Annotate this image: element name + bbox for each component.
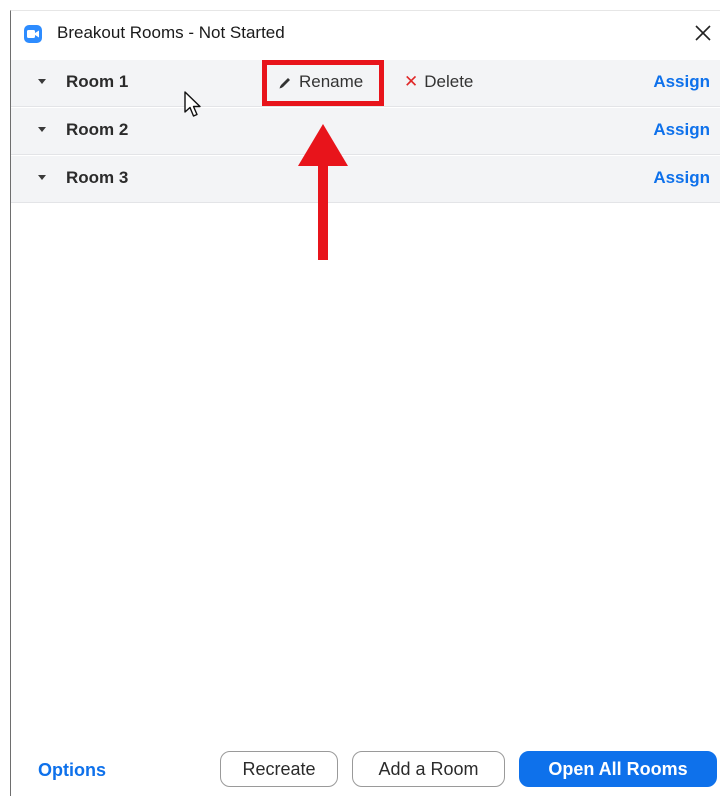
- caret-down-icon[interactable]: [38, 79, 46, 84]
- assign-button[interactable]: Assign: [653, 168, 710, 188]
- open-all-rooms-button[interactable]: Open All Rooms: [519, 751, 717, 787]
- rename-label: Rename: [299, 72, 364, 91]
- rename-button[interactable]: Rename: [262, 60, 384, 106]
- assign-button[interactable]: Assign: [653, 72, 710, 92]
- room-name: Room 2: [66, 120, 129, 139]
- delete-label: Delete: [424, 72, 474, 91]
- room-row-2[interactable]: Room 2 Assign: [11, 108, 720, 155]
- room-name: Room 3: [66, 168, 129, 187]
- pencil-icon: [279, 78, 290, 89]
- breakout-rooms-window: Breakout Rooms - Not Started Room 1 Rena…: [10, 10, 720, 796]
- options-link[interactable]: Options: [38, 760, 106, 781]
- room-row-1[interactable]: Room 1 Rename ✕ Delete Assign: [11, 60, 720, 107]
- annotation-arrow-up: [298, 124, 348, 260]
- caret-down-icon[interactable]: [38, 175, 46, 180]
- close-button[interactable]: [689, 19, 717, 47]
- mouse-pointer-icon: [184, 91, 201, 117]
- add-room-button[interactable]: Add a Room: [352, 751, 505, 787]
- window-title: Breakout Rooms - Not Started: [57, 23, 285, 42]
- x-icon: ✕: [404, 72, 419, 91]
- room-name: Room 1: [66, 72, 129, 91]
- zoom-video-icon: [24, 25, 42, 43]
- room-row-3[interactable]: Room 3 Assign: [11, 156, 720, 203]
- close-icon: [695, 25, 711, 41]
- footer: Options Recreate Add a Room Open All Roo…: [11, 750, 720, 797]
- delete-button[interactable]: ✕ Delete: [404, 72, 473, 92]
- caret-down-icon[interactable]: [38, 127, 46, 132]
- title-bar: Breakout Rooms - Not Started: [11, 11, 720, 59]
- recreate-button[interactable]: Recreate: [220, 751, 338, 787]
- assign-button[interactable]: Assign: [653, 120, 710, 140]
